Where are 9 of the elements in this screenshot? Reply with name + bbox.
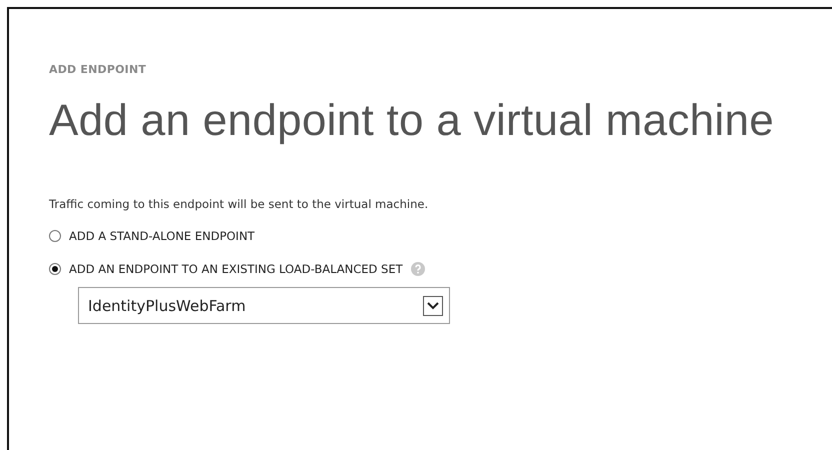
dialog-title: Add an endpoint to a virtual machine	[49, 96, 776, 146]
radio-button[interactable]	[49, 230, 61, 242]
section-label: ADD ENDPOINT	[49, 63, 148, 76]
option-label[interactable]: ADD AN ENDPOINT TO AN EXISTING LOAD-BALANCED SET	[69, 262, 403, 276]
radio-button[interactable]	[49, 263, 61, 275]
dropdown-field[interactable]: IdentityPlusWebFarm	[78, 287, 450, 324]
option-label[interactable]: ADD A STAND-ALONE ENDPOINT	[69, 229, 255, 243]
caret-icon[interactable]	[423, 296, 443, 316]
description-text: Traffic coming to this endpoint will be sent to the virtual machine.	[49, 197, 430, 211]
